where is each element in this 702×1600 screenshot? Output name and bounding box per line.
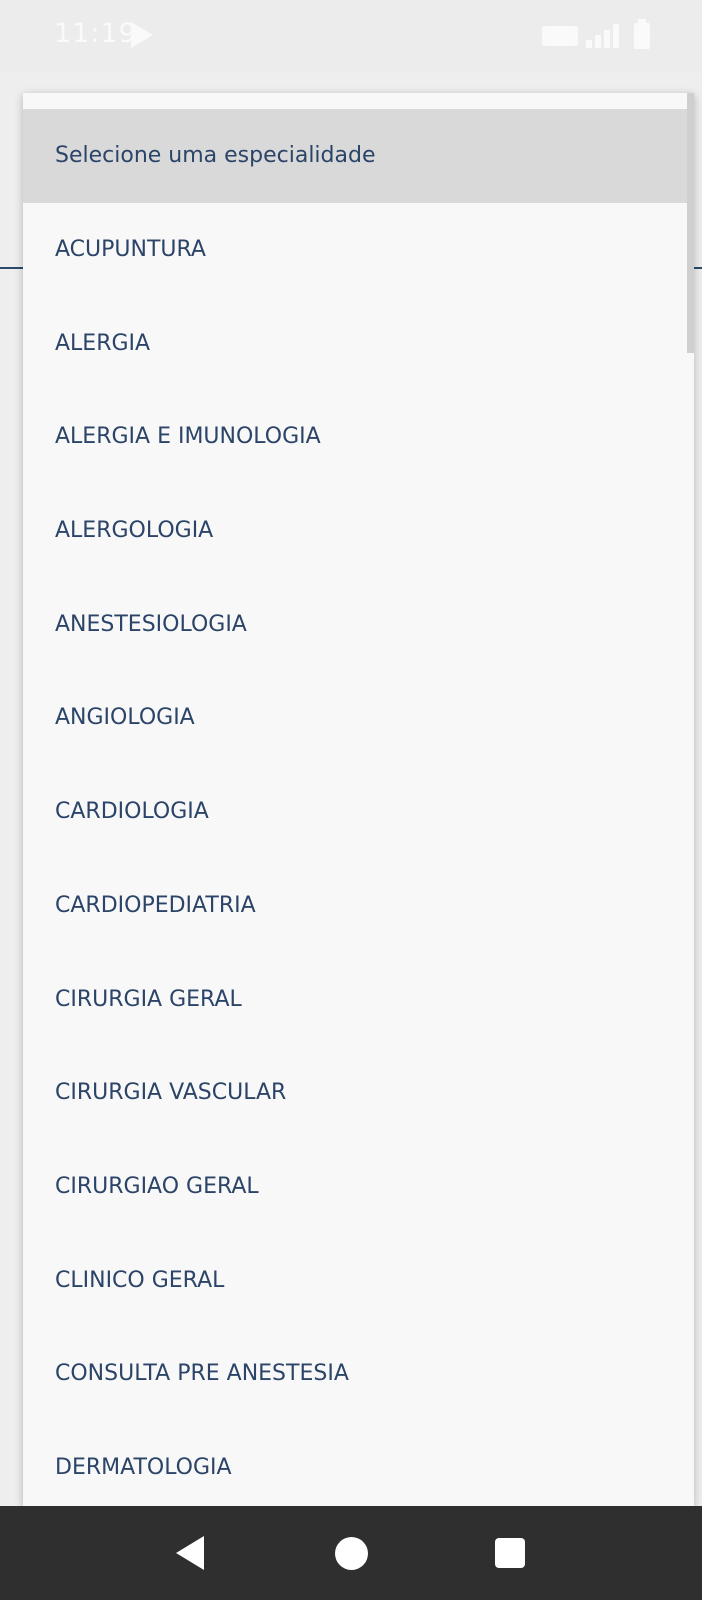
dropdown-option-anestesiologia[interactable]: ANESTESIOLOGIA	[23, 577, 694, 671]
dropdown-option-consulta-pre-anestesia[interactable]: CONSULTA PRE ANESTESIA	[23, 1327, 694, 1421]
home-icon[interactable]	[335, 1537, 368, 1570]
background-divider	[0, 267, 23, 269]
dropdown-option-acupuntura[interactable]: ACUPUNTURA	[23, 203, 694, 297]
signal-icon	[586, 24, 626, 48]
dropdown-option-clinico-geral[interactable]: CLINICO GERAL	[23, 1233, 694, 1327]
dropdown-option-angiologia[interactable]: ANGIOLOGIA	[23, 671, 694, 765]
status-icons	[542, 19, 650, 50]
status-time: 11:19	[54, 18, 137, 49]
dropdown-option-cardiopediatria[interactable]: CARDIOPEDIATRIA	[23, 859, 694, 953]
dropdown-option-cirurgiao-geral[interactable]: CIRURGIAO GERAL	[23, 1140, 694, 1234]
dropdown-option-alergologia[interactable]: ALERGOLOGIA	[23, 484, 694, 578]
dropdown-scrollbar[interactable]	[687, 93, 694, 353]
dropdown-option-cirurgia-geral[interactable]: CIRURGIA GERAL	[23, 952, 694, 1046]
dropdown-option-cirurgia-vascular[interactable]: CIRURGIA VASCULAR	[23, 1046, 694, 1140]
dropdown-option-cardiologia[interactable]: CARDIOLOGIA	[23, 765, 694, 859]
play-store-icon	[131, 22, 153, 48]
volte-icon	[542, 26, 578, 46]
recents-icon[interactable]	[495, 1538, 525, 1568]
status-bar: 11:19	[0, 0, 702, 72]
dropdown-option-dermatologia[interactable]: DERMATOLOGIA	[23, 1421, 694, 1506]
dropdown-option-placeholder[interactable]: Selecione uma especialidade	[23, 109, 694, 203]
dropdown-option-alergia[interactable]: ALERGIA	[23, 296, 694, 390]
specialty-dropdown[interactable]: Selecione uma especialidade ACUPUNTURA A…	[23, 93, 694, 1506]
background-divider	[694, 267, 702, 269]
specialty-option-list: Selecione uma especialidade ACUPUNTURA A…	[23, 109, 694, 1506]
back-icon[interactable]	[176, 1536, 204, 1570]
battery-icon	[634, 19, 650, 49]
navigation-bar	[0, 1506, 702, 1600]
dropdown-option-alergia-e-imunologia[interactable]: ALERGIA E IMUNOLOGIA	[23, 390, 694, 484]
